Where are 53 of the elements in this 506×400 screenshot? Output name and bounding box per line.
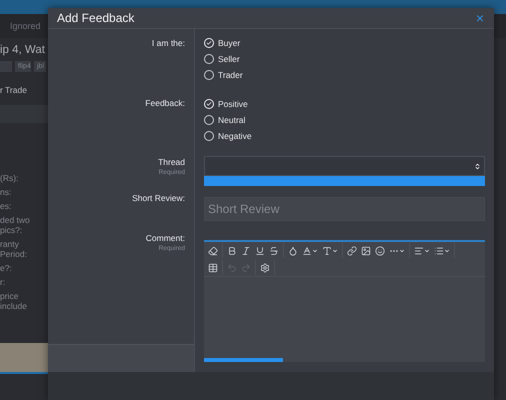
- caret-icon: [424, 248, 430, 254]
- radio-option[interactable]: Negative: [204, 130, 252, 142]
- caret-icon: [312, 248, 318, 254]
- role-label: I am the:: [152, 38, 185, 48]
- comment-label: Comment:: [146, 233, 185, 243]
- thread-label: Thread: [158, 157, 185, 167]
- radio-circle-icon[interactable]: [204, 131, 214, 141]
- undo-icon: [227, 262, 237, 272]
- eraser-icon: [208, 246, 218, 256]
- field-label: r:: [0, 277, 6, 287]
- field-label: ranty Period:: [0, 239, 28, 259]
- link-icon: [347, 246, 357, 256]
- field-label: es:: [0, 201, 12, 211]
- radio-circle-icon[interactable]: [204, 115, 214, 125]
- check-circle-icon[interactable]: [204, 99, 214, 109]
- image-icon: [361, 246, 371, 256]
- redo-icon: [241, 262, 251, 272]
- radio-option[interactable]: Buyer: [204, 37, 240, 49]
- underline-icon: [255, 246, 265, 256]
- align-left-icon: [414, 246, 424, 256]
- smiley-icon: [375, 246, 385, 256]
- dialog-title: Add Feedback: [57, 11, 134, 25]
- droplet-icon: [288, 246, 298, 256]
- field-label: ded two pics?:: [0, 215, 31, 235]
- photo-placeholder: [0, 343, 48, 374]
- strikethrough-icon: [269, 246, 279, 256]
- table-icon: [208, 262, 218, 272]
- field-label: e?:: [0, 263, 13, 273]
- radio-option[interactable]: Trader: [204, 69, 243, 81]
- short-review-label: Short Review:: [132, 193, 185, 203]
- bold-icon: [227, 246, 237, 256]
- field-label: price include: [0, 291, 28, 311]
- text-size-icon: [322, 246, 332, 256]
- select-arrows-icon: [474, 162, 481, 170]
- radio-option[interactable]: Seller: [204, 53, 240, 65]
- radio-circle-icon[interactable]: [204, 70, 214, 80]
- list-icon: [434, 246, 444, 256]
- caret-icon: [399, 248, 405, 254]
- section-label: r Trade: [0, 85, 28, 95]
- caret-icon: [332, 248, 338, 254]
- field-label: (Rs):: [0, 173, 20, 183]
- radio-option[interactable]: Positive: [204, 98, 248, 110]
- caret-icon: [444, 248, 450, 254]
- radio-circle-icon[interactable]: [204, 54, 214, 64]
- feedback-label: Feedback:: [145, 98, 185, 108]
- settings-icon: [260, 262, 270, 272]
- radio-option[interactable]: Neutral: [204, 114, 246, 126]
- check-circle-icon[interactable]: [204, 38, 214, 48]
- italic-icon: [241, 246, 251, 256]
- font-icon: [302, 246, 312, 256]
- short-review-field[interactable]: Short Review: [204, 197, 485, 221]
- field-label: ns:: [0, 187, 12, 197]
- thread-title: ip 4, Wat: [0, 44, 46, 56]
